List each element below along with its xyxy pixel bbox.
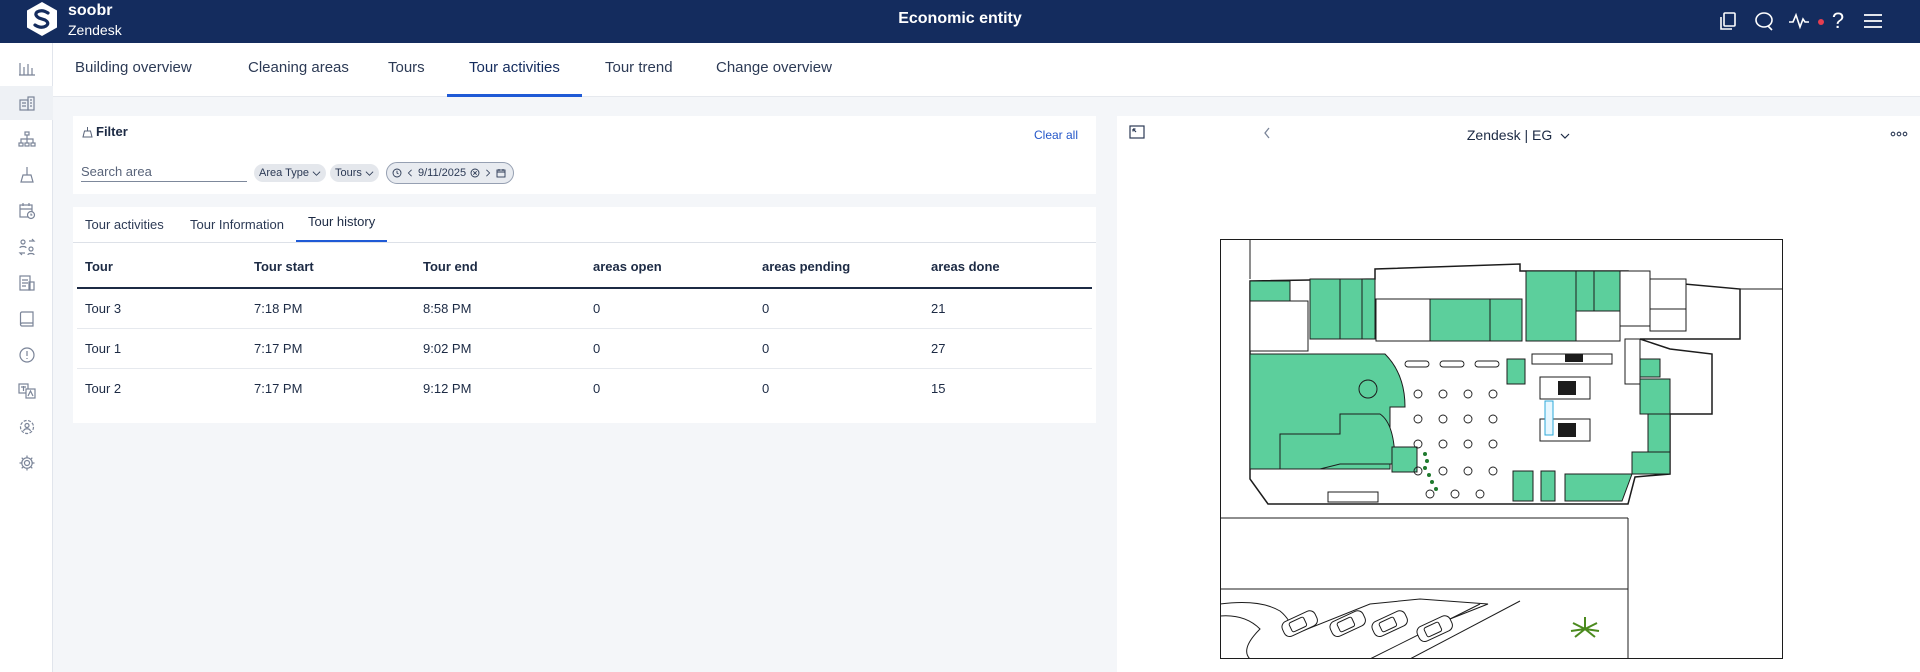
cell-tour: Tour 3 (85, 301, 122, 316)
document-icon (18, 275, 35, 291)
tours-label: Tours (335, 167, 362, 179)
cell-tour-end: 8:58 PM (423, 301, 472, 316)
team-gear-icon (19, 419, 34, 435)
table-row[interactable]: Tour 1 7:17 PM 9:02 PM 0 0 27 (77, 329, 1092, 369)
area-type-label: Area Type (259, 167, 309, 179)
chevron-down-icon (365, 170, 374, 176)
sidebar-item-team[interactable] (0, 410, 53, 444)
left-sidebar (0, 43, 53, 672)
cell-tour-start: 7:18 PM (254, 301, 303, 316)
subtabs-divider (73, 242, 1096, 243)
chevron-down-icon (312, 170, 321, 176)
tab-tour-trend[interactable]: Tour trend (583, 43, 695, 97)
calendar-icon[interactable] (496, 168, 506, 178)
location-selector[interactable]: Zendesk | EG (1117, 127, 1920, 143)
location-label: Zendesk | EG (1466, 127, 1553, 143)
sidebar-item-buildings[interactable] (0, 86, 53, 120)
column-header-areas-done[interactable]: areas done (931, 259, 1000, 274)
tab-change-overview[interactable]: Change overview (694, 43, 854, 97)
notification-dot (1818, 19, 1824, 25)
tab-tour-activities[interactable]: Tour activities (447, 43, 582, 97)
floor-map-panel: Zendesk | EG (1117, 116, 1920, 672)
sidebar-item-dashboard[interactable] (0, 51, 53, 85)
filter-icon (82, 126, 93, 137)
column-header-tour-end[interactable]: Tour end (423, 259, 478, 274)
column-header-tour[interactable]: Tour (85, 259, 113, 274)
floor-plan[interactable] (1220, 239, 1783, 659)
page-title: Economic entity (898, 10, 1022, 27)
chat-icon[interactable] (1752, 10, 1776, 32)
cell-tour: Tour 1 (85, 341, 122, 356)
sidebar-item-hierarchy[interactable] (0, 122, 53, 156)
date-filter[interactable]: 9/11/2025 (386, 162, 514, 184)
table-row[interactable]: Tour 3 7:18 PM 8:58 PM 0 0 21 (77, 289, 1092, 329)
more-options-icon[interactable] (1890, 131, 1908, 137)
bar-chart-icon (18, 63, 35, 76)
tour-history-panel: Tour activities Tour Information Tour hi… (73, 207, 1096, 423)
cell-areas-open: 0 (593, 301, 601, 316)
subtab-tour-history[interactable]: Tour history (296, 207, 388, 243)
table-row[interactable]: Tour 2 7:17 PM 9:12 PM 0 0 15 (77, 369, 1092, 409)
sidebar-item-cleaning[interactable] (0, 158, 53, 192)
filter-label: Filter (96, 124, 128, 139)
building-icon (18, 96, 35, 111)
copy-icon[interactable] (1716, 10, 1740, 32)
section-tabs: Building overview Cleaning areas Tours T… (53, 43, 1920, 97)
translate-icon (17, 383, 36, 399)
chevron-left-icon[interactable] (406, 168, 414, 178)
cell-tour-start: 7:17 PM (254, 341, 303, 356)
broom-icon (19, 167, 34, 183)
column-header-tour-start[interactable]: Tour start (254, 259, 314, 274)
tours-filter[interactable]: Tours (330, 164, 379, 182)
subtab-tour-activities[interactable]: Tour activities (73, 207, 176, 243)
people-swap-icon (18, 238, 35, 256)
history-icon[interactable] (392, 168, 402, 178)
sidebar-item-manual[interactable] (0, 302, 53, 336)
cell-areas-done: 27 (931, 341, 946, 356)
clear-date-icon[interactable] (470, 168, 480, 178)
cell-areas-pending: 0 (762, 301, 770, 316)
filter-panel: Filter Clear all Area Type Tours 9/11/20… (73, 116, 1096, 194)
search-area-input[interactable] (81, 162, 247, 182)
tab-building-overview[interactable]: Building overview (53, 43, 214, 97)
sidebar-item-settings[interactable] (0, 446, 53, 480)
cell-areas-open: 0 (593, 341, 601, 356)
calendar-clock-icon (18, 203, 35, 220)
menu-icon[interactable] (1861, 10, 1885, 32)
cell-areas-done: 15 (931, 381, 946, 396)
filter-heading: Filter (82, 124, 128, 139)
subtab-tour-information[interactable]: Tour Information (178, 207, 296, 243)
hierarchy-icon (17, 131, 36, 147)
sidebar-item-assignments[interactable] (0, 230, 53, 264)
clear-all-link[interactable]: Clear all (1034, 128, 1078, 142)
date-value: 9/11/2025 (418, 167, 467, 179)
gear-icon (19, 455, 34, 471)
palm-icon (1570, 617, 1600, 638)
help-icon[interactable]: ? (1826, 10, 1850, 32)
tab-cleaning-areas[interactable]: Cleaning areas (226, 43, 371, 97)
cell-areas-pending: 0 (762, 381, 770, 396)
top-bar: soobr Zendesk Economic entity ? (0, 0, 1920, 43)
cell-tour-end: 9:12 PM (423, 381, 472, 396)
cell-tour-end: 9:02 PM (423, 341, 472, 356)
cell-areas-done: 21 (931, 301, 946, 316)
cell-areas-pending: 0 (762, 341, 770, 356)
cell-areas-open: 0 (593, 381, 601, 396)
sidebar-item-translations[interactable] (0, 374, 53, 408)
area-type-filter[interactable]: Area Type (254, 164, 326, 182)
book-icon (19, 311, 34, 327)
alert-circle-icon (18, 347, 35, 363)
tab-tours[interactable]: Tours (366, 43, 447, 97)
cell-tour: Tour 2 (85, 381, 122, 396)
activity-icon[interactable] (1787, 10, 1811, 32)
chevron-down-icon (1560, 133, 1570, 139)
sidebar-item-alerts[interactable] (0, 338, 53, 372)
column-header-areas-open[interactable]: areas open (593, 259, 662, 274)
chevron-right-icon[interactable] (484, 168, 492, 178)
sidebar-item-reports[interactable] (0, 266, 53, 300)
column-header-areas-pending[interactable]: areas pending (762, 259, 850, 274)
sidebar-item-schedule[interactable] (0, 194, 53, 228)
cell-tour-start: 7:17 PM (254, 381, 303, 396)
